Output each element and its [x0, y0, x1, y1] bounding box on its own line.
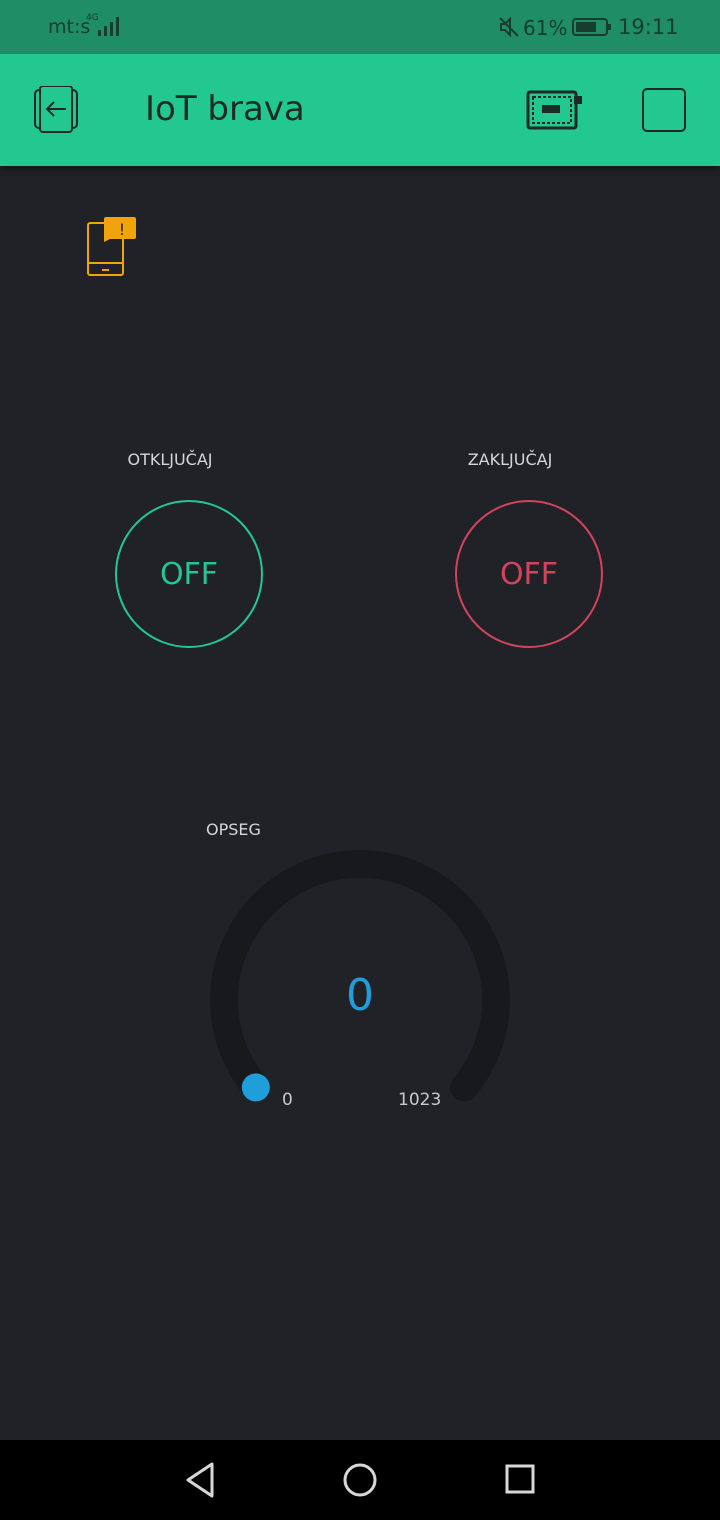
gauge-label: OPSEG	[206, 820, 261, 839]
device-offline-warning-icon[interactable]: !	[84, 215, 140, 281]
status-bar: mt:s 4G 61% 19:11	[0, 0, 720, 54]
play-stop-button[interactable]	[642, 88, 686, 132]
unlock-state: OFF	[159, 556, 219, 592]
gauge-value: 0	[346, 970, 374, 1021]
clock: 19:11	[618, 15, 679, 39]
signal-icon	[98, 17, 119, 36]
lock-button[interactable]: OFF	[455, 500, 603, 648]
system-nav-bar	[0, 1440, 720, 1520]
battery-percent: 61%	[523, 16, 568, 40]
device-board-icon	[526, 90, 582, 130]
mute-icon	[499, 16, 519, 38]
unlock-button[interactable]: OFF	[115, 500, 263, 648]
device-button[interactable]	[526, 88, 584, 132]
carrier-name: mt:s	[48, 16, 91, 38]
unlock-label: OTKLJUČAJ	[127, 450, 213, 469]
gauge-min-label: 0	[282, 1090, 293, 1110]
battery-icon	[572, 18, 611, 36]
app-bar: IoT brava	[0, 54, 720, 166]
gauge-knob[interactable]	[241, 1073, 270, 1102]
gauge-max-label: 1023	[398, 1090, 442, 1110]
exit-button[interactable]	[30, 85, 82, 134]
nav-recents-icon[interactable]	[500, 1458, 540, 1502]
nav-home-icon[interactable]	[340, 1458, 380, 1502]
lock-label: ZAKLJUČAJ	[467, 450, 553, 469]
svg-text:!: !	[119, 220, 125, 239]
lock-state: OFF	[499, 556, 559, 592]
exit-icon	[34, 85, 78, 133]
nav-back-icon[interactable]	[180, 1458, 220, 1502]
page-title: IoT brava	[145, 89, 305, 129]
